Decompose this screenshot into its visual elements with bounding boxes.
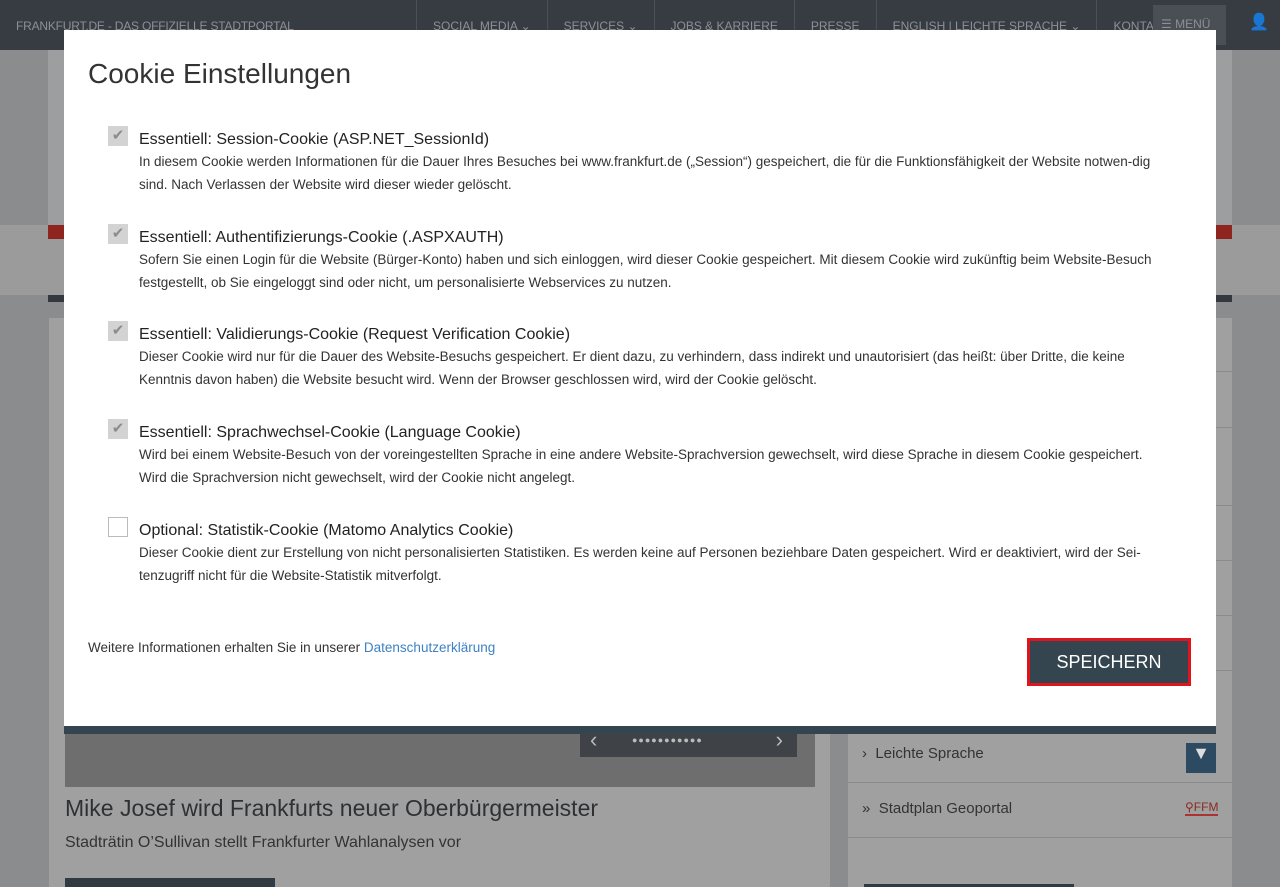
cookie-option: ✔ Essentiell: Authentifizierungs-Cookie …: [108, 224, 1168, 294]
leichte-sprache-icon: ▼: [1186, 743, 1216, 773]
carousel-dots[interactable]: ●●●●●●●●●●●: [632, 735, 703, 745]
save-button[interactable]: SPEICHERN: [1027, 638, 1191, 686]
cookie-description: Sofern Sie einen Login für die Website (…: [139, 252, 1152, 290]
checkbox-statistics[interactable]: [108, 517, 128, 537]
cookie-option: ✔ Essentiell: Validierungs-Cookie (Reque…: [108, 321, 1168, 391]
hamburger-icon: ☰: [1161, 17, 1176, 31]
checkbox-session[interactable]: ✔: [108, 126, 128, 146]
cookie-option: ✔ Essentiell: Sprachwechsel-Cookie (Lang…: [108, 419, 1168, 489]
privacy-policy-link[interactable]: Datenschutzerklärung: [364, 640, 495, 655]
dialog-title: Cookie Einstellungen: [88, 58, 352, 89]
sidebar-item-leichte-sprache[interactable]: › Leichte Sprache: [862, 745, 984, 762]
cookie-title: Essentiell: Sprachwechsel-Cookie (Langua…: [139, 424, 521, 441]
cookie-title: Optional: Statistik-Cookie (Matomo Analy…: [139, 522, 514, 539]
cookie-dialog: Cookie Einstellungen ✔ Essentiell: Sessi…: [64, 30, 1216, 734]
cookie-title: Essentiell: Validierungs-Cookie (Request…: [139, 326, 571, 343]
news-subtitle[interactable]: Stadträtin O’Sullivan stellt Frankfurter…: [65, 834, 461, 852]
checkbox-validation[interactable]: ✔: [108, 321, 128, 341]
news-button[interactable]: [65, 878, 275, 887]
privacy-note: Weitere Informationen erhalten Sie in un…: [88, 640, 495, 655]
double-chevron-icon: »: [862, 800, 879, 817]
user-icon[interactable]: 👤: [1249, 12, 1269, 32]
cookie-option: Optional: Statistik-Cookie (Matomo Analy…: [108, 517, 1168, 587]
chevron-right-icon: ›: [862, 745, 876, 762]
cookie-description: Wird bei einem Website-Besuch von der vo…: [139, 447, 1143, 485]
cookie-description: Dieser Cookie wird nur für die Dauer des…: [139, 349, 1125, 387]
divider: [848, 782, 1232, 783]
cookie-description: Dieser Cookie dient zur Erstellung von n…: [139, 545, 1141, 583]
news-headline[interactable]: Mike Josef wird Frankfurts neuer Oberbür…: [65, 795, 598, 822]
cookie-title: Essentiell: Authentifizierungs-Cookie (.…: [139, 229, 504, 246]
cookie-title: Essentiell: Session-Cookie (ASP.NET_Sess…: [139, 131, 490, 148]
sidebar-item-stadtplan[interactable]: » Stadtplan Geoportal: [862, 800, 1012, 817]
cookie-description: In diesem Cookie werden Informationen fü…: [139, 154, 1151, 192]
sidebar-item-label: Stadtplan Geoportal: [878, 800, 1013, 817]
cookie-option: ✔ Essentiell: Session-Cookie (ASP.NET_Se…: [108, 126, 1168, 196]
sidebar-item-label: Leichte Sprache: [875, 745, 984, 762]
checkbox-auth[interactable]: ✔: [108, 224, 128, 244]
privacy-text: Weitere Informationen erhalten Sie in un…: [88, 640, 364, 655]
divider: [848, 837, 1232, 838]
ffm-logo-icon: ⚲FFM: [1185, 800, 1219, 816]
menu-label: MENÜ: [1175, 17, 1211, 31]
checkbox-language[interactable]: ✔: [108, 419, 128, 439]
